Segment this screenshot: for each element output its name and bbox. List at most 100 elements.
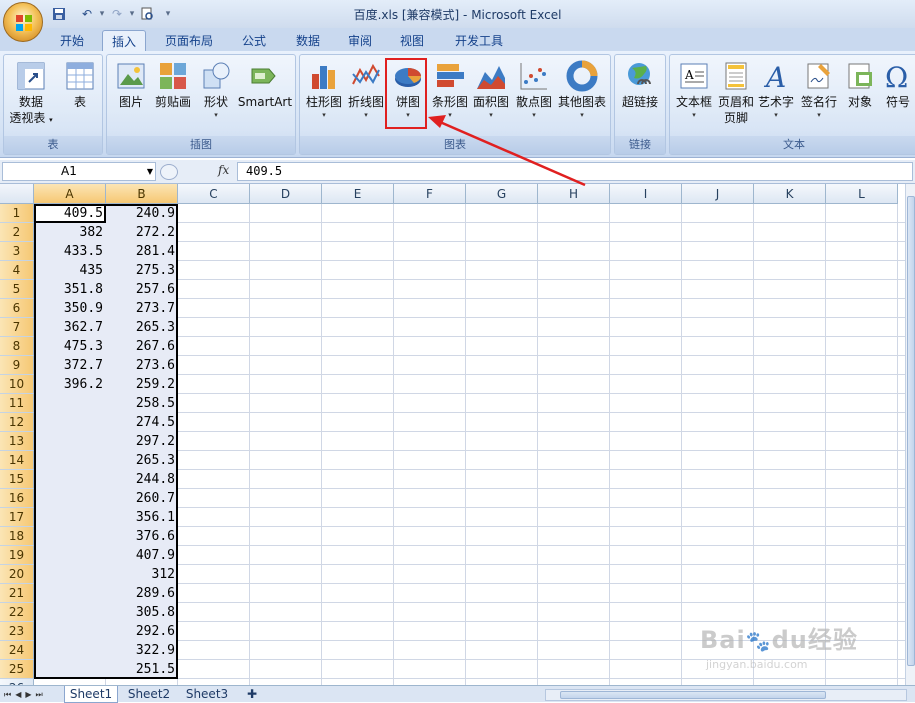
cell-b8[interactable]: 267.6 xyxy=(106,337,178,356)
cell-a3[interactable]: 433.5 xyxy=(34,242,106,261)
cell-b5[interactable]: 257.6 xyxy=(106,280,178,299)
sheet-tab-sheet1[interactable]: Sheet1 xyxy=(64,686,118,703)
cell-b9[interactable]: 273.6 xyxy=(106,356,178,375)
cell-b12[interactable]: 274.5 xyxy=(106,413,178,432)
next-sheet-icon[interactable]: ▶ xyxy=(25,687,31,702)
cell-a6[interactable]: 350.9 xyxy=(34,299,106,318)
row-header-7[interactable]: 7 xyxy=(0,318,34,337)
name-box[interactable]: A1 ▼ xyxy=(2,162,156,181)
row-header-1[interactable]: 1 xyxy=(0,204,34,223)
cell-b13[interactable]: 297.2 xyxy=(106,432,178,451)
row-header-3[interactable]: 3 xyxy=(0,242,34,261)
horizontal-scrollbar[interactable] xyxy=(545,689,907,701)
vertical-scroll-thumb[interactable] xyxy=(907,196,915,666)
tab-review[interactable]: 审阅 xyxy=(338,30,382,52)
tab-developer[interactable]: 开发工具 xyxy=(444,30,514,52)
cell-a4[interactable]: 435 xyxy=(34,261,106,280)
table-button[interactable]: 表 xyxy=(58,58,102,134)
row-header-9[interactable]: 9 xyxy=(0,356,34,375)
cell-b15[interactable]: 244.8 xyxy=(106,470,178,489)
row-header-19[interactable]: 19 xyxy=(0,546,34,565)
wordart-button[interactable]: A 艺术字 ▾ xyxy=(756,58,796,134)
pivot-table-button[interactable]: 数据 透视表 ▾ xyxy=(6,58,56,134)
row-header-5[interactable]: 5 xyxy=(0,280,34,299)
cell-b19[interactable]: 407.9 xyxy=(106,546,178,565)
column-header-a[interactable]: A xyxy=(34,184,106,204)
column-chart-button[interactable]: 柱形图 ▾ xyxy=(302,58,346,134)
scatter-chart-button[interactable]: 散点图 ▾ xyxy=(513,58,555,134)
bar-chart-button[interactable]: 条形图 ▾ xyxy=(430,58,470,134)
row-header-14[interactable]: 14 xyxy=(0,451,34,470)
insert-sheet-icon[interactable]: ✚ xyxy=(240,686,264,703)
tab-page-layout[interactable]: 页面布局 xyxy=(158,30,220,52)
signature-line-button[interactable]: 签名行 ▾ xyxy=(798,58,840,134)
prev-sheet-icon[interactable]: ◀ xyxy=(15,687,21,702)
cell-a9[interactable]: 372.7 xyxy=(34,356,106,375)
column-header-d[interactable]: D xyxy=(250,184,322,204)
row-header-12[interactable]: 12 xyxy=(0,413,34,432)
cell-a8[interactable]: 475.3 xyxy=(34,337,106,356)
row-header-10[interactable]: 10 xyxy=(0,375,34,394)
column-header-f[interactable]: F xyxy=(394,184,466,204)
column-header-k[interactable]: K xyxy=(754,184,826,204)
cell-b11[interactable]: 258.5 xyxy=(106,394,178,413)
row-header-8[interactable]: 8 xyxy=(0,337,34,356)
tab-formulas[interactable]: 公式 xyxy=(232,30,276,52)
cell-b17[interactable]: 356.1 xyxy=(106,508,178,527)
cell-a2[interactable]: 382 xyxy=(34,223,106,242)
cell-b24[interactable]: 322.9 xyxy=(106,641,178,660)
cell-b4[interactable]: 275.3 xyxy=(106,261,178,280)
row-header-17[interactable]: 17 xyxy=(0,508,34,527)
row-header-11[interactable]: 11 xyxy=(0,394,34,413)
select-all-corner[interactable] xyxy=(0,184,34,204)
line-chart-button[interactable]: 折线图 ▾ xyxy=(346,58,386,134)
other-charts-button[interactable]: 其他图表 ▾ xyxy=(556,58,608,134)
row-header-16[interactable]: 16 xyxy=(0,489,34,508)
column-header-h[interactable]: H xyxy=(538,184,610,204)
row-header-21[interactable]: 21 xyxy=(0,584,34,603)
cell-b25[interactable]: 251.5 xyxy=(106,660,178,679)
cell-a7[interactable]: 362.7 xyxy=(34,318,106,337)
row-header-4[interactable]: 4 xyxy=(0,261,34,280)
shapes-button[interactable]: 形状 ▾ xyxy=(197,58,235,134)
clipart-button[interactable]: 剪贴画 xyxy=(151,58,195,134)
smartart-button[interactable]: SmartArt xyxy=(235,58,295,134)
first-sheet-icon[interactable]: ⏮ xyxy=(4,687,11,702)
picture-button[interactable]: 图片 xyxy=(111,58,151,134)
header-footer-button[interactable]: 页眉和 页脚 xyxy=(716,58,756,134)
row-header-2[interactable]: 2 xyxy=(0,223,34,242)
column-header-e[interactable]: E xyxy=(322,184,394,204)
column-header-g[interactable]: G xyxy=(466,184,538,204)
row-header-6[interactable]: 6 xyxy=(0,299,34,318)
cell-b18[interactable]: 376.6 xyxy=(106,527,178,546)
cell-b20[interactable]: 312 xyxy=(106,565,178,584)
row-header-18[interactable]: 18 xyxy=(0,527,34,546)
row-header-15[interactable]: 15 xyxy=(0,470,34,489)
formula-input[interactable]: 409.5 xyxy=(237,162,913,181)
column-header-i[interactable]: I xyxy=(610,184,682,204)
last-sheet-icon[interactable]: ⏭ xyxy=(36,687,43,702)
cell-b10[interactable]: 259.2 xyxy=(106,375,178,394)
row-header-25[interactable]: 25 xyxy=(0,660,34,679)
column-header-j[interactable]: J xyxy=(682,184,754,204)
cell-b2[interactable]: 272.2 xyxy=(106,223,178,242)
tab-home[interactable]: 开始 xyxy=(52,30,92,52)
symbol-button[interactable]: Ω 符号 xyxy=(880,58,915,134)
cell-b7[interactable]: 265.3 xyxy=(106,318,178,337)
cell-b23[interactable]: 292.6 xyxy=(106,622,178,641)
row-header-23[interactable]: 23 xyxy=(0,622,34,641)
tab-insert[interactable]: 插入 xyxy=(102,30,146,52)
area-chart-button[interactable]: 面积图 ▾ xyxy=(470,58,512,134)
insert-function-button[interactable]: fx xyxy=(218,163,229,177)
cell-a1[interactable]: 409.5 xyxy=(34,204,106,223)
cell-b21[interactable]: 289.6 xyxy=(106,584,178,603)
object-button[interactable]: 对象 xyxy=(842,58,878,134)
column-header-l[interactable]: L xyxy=(826,184,898,204)
worksheet-grid[interactable]: ABCDEFGHIJKL 1 2 3 4 5 6 7 8 9 10 11 12 13 14 15 16 17 18… xyxy=(0,184,905,685)
row-header-20[interactable]: 20 xyxy=(0,565,34,584)
column-header-b[interactable]: B xyxy=(106,184,178,204)
formula-bar-resize-handle[interactable] xyxy=(160,164,178,180)
cell-b22[interactable]: 305.8 xyxy=(106,603,178,622)
column-header-c[interactable]: C xyxy=(178,184,250,204)
row-header-24[interactable]: 24 xyxy=(0,641,34,660)
